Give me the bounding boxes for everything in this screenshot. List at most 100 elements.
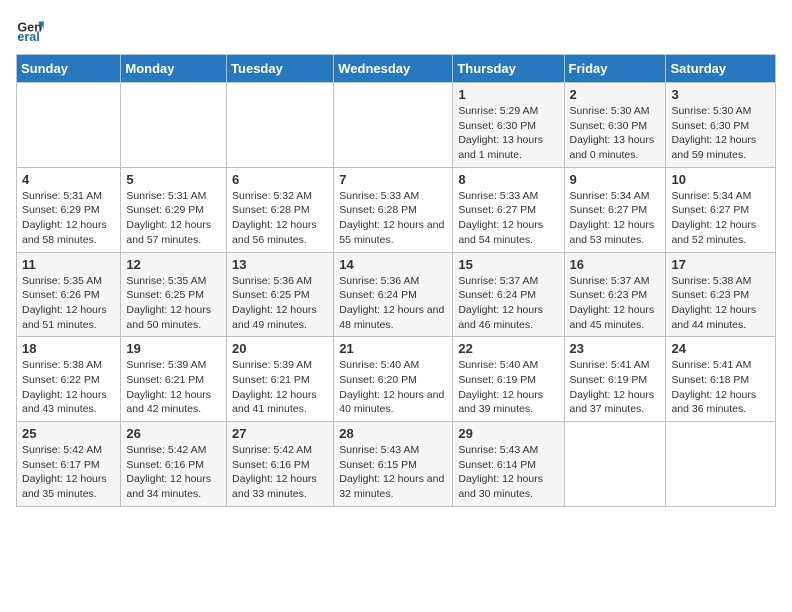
day-cell: 12 Sunrise: 5:35 AM Sunset: 6:25 PM Dayli… <box>121 252 227 337</box>
day-info: Sunrise: 5:40 AM Sunset: 6:19 PM Dayligh… <box>458 358 558 417</box>
day-number: 23 <box>570 341 661 356</box>
header-sunday: Sunday <box>17 55 121 83</box>
day-number: 7 <box>339 172 447 187</box>
day-number: 29 <box>458 426 558 441</box>
day-info: Sunrise: 5:31 AM Sunset: 6:29 PM Dayligh… <box>126 189 221 248</box>
header-friday: Friday <box>564 55 666 83</box>
day-info: Sunrise: 5:33 AM Sunset: 6:27 PM Dayligh… <box>458 189 558 248</box>
day-cell <box>17 83 121 168</box>
day-number: 11 <box>22 257 115 272</box>
day-info: Sunrise: 5:35 AM Sunset: 6:25 PM Dayligh… <box>126 274 221 333</box>
day-cell: 15 Sunrise: 5:37 AM Sunset: 6:24 PM Dayli… <box>453 252 564 337</box>
day-info: Sunrise: 5:42 AM Sunset: 6:17 PM Dayligh… <box>22 443 115 502</box>
day-number: 16 <box>570 257 661 272</box>
day-cell: 27 Sunrise: 5:42 AM Sunset: 6:16 PM Dayli… <box>227 422 334 507</box>
header-monday: Monday <box>121 55 227 83</box>
day-cell <box>564 422 666 507</box>
day-info: Sunrise: 5:35 AM Sunset: 6:26 PM Dayligh… <box>22 274 115 333</box>
day-info: Sunrise: 5:33 AM Sunset: 6:28 PM Dayligh… <box>339 189 447 248</box>
day-cell: 5 Sunrise: 5:31 AM Sunset: 6:29 PM Daylig… <box>121 167 227 252</box>
day-info: Sunrise: 5:38 AM Sunset: 6:22 PM Dayligh… <box>22 358 115 417</box>
header-thursday: Thursday <box>453 55 564 83</box>
day-info: Sunrise: 5:37 AM Sunset: 6:23 PM Dayligh… <box>570 274 661 333</box>
day-number: 15 <box>458 257 558 272</box>
day-number: 27 <box>232 426 328 441</box>
day-cell: 11 Sunrise: 5:35 AM Sunset: 6:26 PM Dayli… <box>17 252 121 337</box>
day-cell: 7 Sunrise: 5:33 AM Sunset: 6:28 PM Daylig… <box>334 167 453 252</box>
header-wednesday: Wednesday <box>334 55 453 83</box>
day-info: Sunrise: 5:38 AM Sunset: 6:23 PM Dayligh… <box>671 274 770 333</box>
day-cell: 3 Sunrise: 5:30 AM Sunset: 6:30 PM Daylig… <box>666 83 776 168</box>
calendar-header-row: SundayMondayTuesdayWednesdayThursdayFrid… <box>17 55 776 83</box>
day-number: 2 <box>570 87 661 102</box>
day-cell: 18 Sunrise: 5:38 AM Sunset: 6:22 PM Dayli… <box>17 337 121 422</box>
day-cell: 21 Sunrise: 5:40 AM Sunset: 6:20 PM Dayli… <box>334 337 453 422</box>
day-cell: 25 Sunrise: 5:42 AM Sunset: 6:17 PM Dayli… <box>17 422 121 507</box>
day-number: 24 <box>671 341 770 356</box>
day-cell: 10 Sunrise: 5:34 AM Sunset: 6:27 PM Dayli… <box>666 167 776 252</box>
day-info: Sunrise: 5:43 AM Sunset: 6:15 PM Dayligh… <box>339 443 447 502</box>
day-cell <box>666 422 776 507</box>
day-cell: 6 Sunrise: 5:32 AM Sunset: 6:28 PM Daylig… <box>227 167 334 252</box>
day-cell: 29 Sunrise: 5:43 AM Sunset: 6:14 PM Dayli… <box>453 422 564 507</box>
day-number: 10 <box>671 172 770 187</box>
day-cell: 14 Sunrise: 5:36 AM Sunset: 6:24 PM Dayli… <box>334 252 453 337</box>
day-number: 18 <box>22 341 115 356</box>
day-cell: 13Sunrise: 5:36 AM Sunset: 6:25 PM Dayli… <box>227 252 334 337</box>
day-info: Sunrise: 5:34 AM Sunset: 6:27 PM Dayligh… <box>671 189 770 248</box>
day-number: 13 <box>232 257 328 272</box>
day-cell: 20 Sunrise: 5:39 AM Sunset: 6:21 PM Dayli… <box>227 337 334 422</box>
day-number: 12 <box>126 257 221 272</box>
day-number: 25 <box>22 426 115 441</box>
day-number: 21 <box>339 341 447 356</box>
week-row-5: 25 Sunrise: 5:42 AM Sunset: 6:17 PM Dayli… <box>17 422 776 507</box>
day-cell <box>334 83 453 168</box>
day-number: 22 <box>458 341 558 356</box>
day-info: Sunrise: 5:32 AM Sunset: 6:28 PM Dayligh… <box>232 189 328 248</box>
day-cell: 22 Sunrise: 5:40 AM Sunset: 6:19 PM Dayli… <box>453 337 564 422</box>
day-info: Sunrise: 5:43 AM Sunset: 6:14 PM Dayligh… <box>458 443 558 502</box>
day-number: 14 <box>339 257 447 272</box>
day-cell: 1Sunrise: 5:29 AM Sunset: 6:30 PM Daylig… <box>453 83 564 168</box>
day-info: Sunrise: 5:30 AM Sunset: 6:30 PM Dayligh… <box>570 104 661 163</box>
day-info: Sunrise: 5:30 AM Sunset: 6:30 PM Dayligh… <box>671 104 770 163</box>
page-header: Gen eral <box>16 16 776 44</box>
day-cell: 4 Sunrise: 5:31 AM Sunset: 6:29 PM Daylig… <box>17 167 121 252</box>
day-cell: 19Sunrise: 5:39 AM Sunset: 6:21 PM Dayli… <box>121 337 227 422</box>
day-info: Sunrise: 5:39 AM Sunset: 6:21 PM Dayligh… <box>232 358 328 417</box>
week-row-4: 18 Sunrise: 5:38 AM Sunset: 6:22 PM Dayli… <box>17 337 776 422</box>
day-number: 26 <box>126 426 221 441</box>
day-number: 20 <box>232 341 328 356</box>
day-info: Sunrise: 5:40 AM Sunset: 6:20 PM Dayligh… <box>339 358 447 417</box>
logo-icon: Gen eral <box>16 16 44 44</box>
day-info: Sunrise: 5:36 AM Sunset: 6:24 PM Dayligh… <box>339 274 447 333</box>
week-row-2: 4 Sunrise: 5:31 AM Sunset: 6:29 PM Daylig… <box>17 167 776 252</box>
day-cell: 26 Sunrise: 5:42 AM Sunset: 6:16 PM Dayli… <box>121 422 227 507</box>
day-cell: 16 Sunrise: 5:37 AM Sunset: 6:23 PM Dayli… <box>564 252 666 337</box>
day-number: 8 <box>458 172 558 187</box>
day-info: Sunrise: 5:37 AM Sunset: 6:24 PM Dayligh… <box>458 274 558 333</box>
day-number: 19 <box>126 341 221 356</box>
day-cell: 28 Sunrise: 5:43 AM Sunset: 6:15 PM Dayli… <box>334 422 453 507</box>
day-cell: 17 Sunrise: 5:38 AM Sunset: 6:23 PM Dayli… <box>666 252 776 337</box>
day-number: 9 <box>570 172 661 187</box>
header-saturday: Saturday <box>666 55 776 83</box>
day-number: 1 <box>458 87 558 102</box>
day-info: Sunrise: 5:41 AM Sunset: 6:19 PM Dayligh… <box>570 358 661 417</box>
day-info: Sunrise: 5:42 AM Sunset: 6:16 PM Dayligh… <box>232 443 328 502</box>
day-number: 28 <box>339 426 447 441</box>
week-row-3: 11 Sunrise: 5:35 AM Sunset: 6:26 PM Dayli… <box>17 252 776 337</box>
svg-text:eral: eral <box>17 30 39 44</box>
day-number: 5 <box>126 172 221 187</box>
day-number: 4 <box>22 172 115 187</box>
day-info: Sunrise: 5:41 AM Sunset: 6:18 PM Dayligh… <box>671 358 770 417</box>
day-cell <box>227 83 334 168</box>
day-info: Sunrise: 5:42 AM Sunset: 6:16 PM Dayligh… <box>126 443 221 502</box>
day-info: Sunrise: 5:31 AM Sunset: 6:29 PM Dayligh… <box>22 189 115 248</box>
day-number: 6 <box>232 172 328 187</box>
day-number: 3 <box>671 87 770 102</box>
day-number: 17 <box>671 257 770 272</box>
header-tuesday: Tuesday <box>227 55 334 83</box>
day-cell: 9Sunrise: 5:34 AM Sunset: 6:27 PM Daylig… <box>564 167 666 252</box>
logo: Gen eral <box>16 16 48 44</box>
